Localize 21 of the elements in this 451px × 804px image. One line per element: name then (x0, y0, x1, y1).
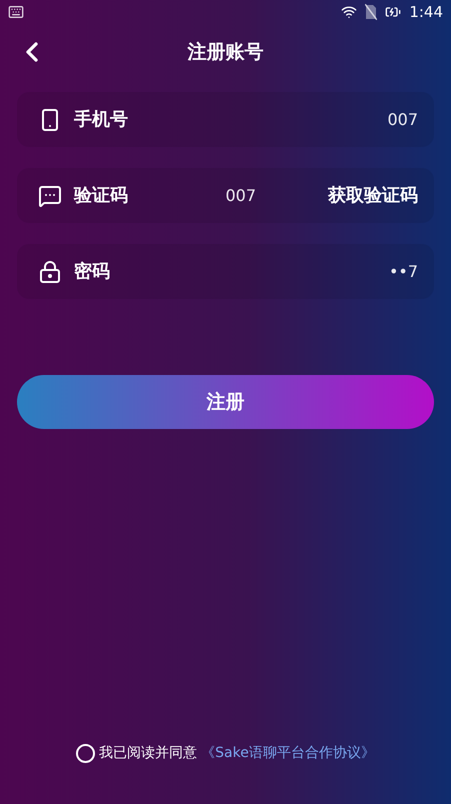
field-label: 密码 (74, 260, 110, 284)
agreement-link[interactable]: 《Sake语聊平台合作协议》 (201, 743, 375, 764)
field-value: 007 (387, 108, 418, 130)
page-title: 注册账号 (188, 40, 264, 65)
field-value: 007 (225, 184, 256, 206)
input-field[interactable]: 密码 ••7 (17, 244, 434, 299)
input-field[interactable]: 验证码 007 获取验证码 (17, 168, 434, 223)
lock-icon (38, 260, 62, 284)
get-code-button[interactable]: 获取验证码 (328, 182, 418, 209)
field-label: 验证码 (74, 184, 128, 208)
message-icon (38, 184, 62, 208)
no-sim-icon (365, 4, 378, 20)
status-time: 1:44 (409, 2, 443, 23)
agree-radio[interactable] (76, 744, 96, 763)
register-button[interactable]: 注册 (17, 375, 434, 429)
agreement-text: 我已阅读并同意 (99, 744, 198, 763)
input-field[interactable]: 手机号 007 (17, 92, 434, 147)
field-value: ••7 (388, 260, 418, 282)
wifi-icon (341, 4, 358, 20)
field-label: 手机号 (74, 108, 128, 132)
keyboard-icon (8, 4, 24, 20)
